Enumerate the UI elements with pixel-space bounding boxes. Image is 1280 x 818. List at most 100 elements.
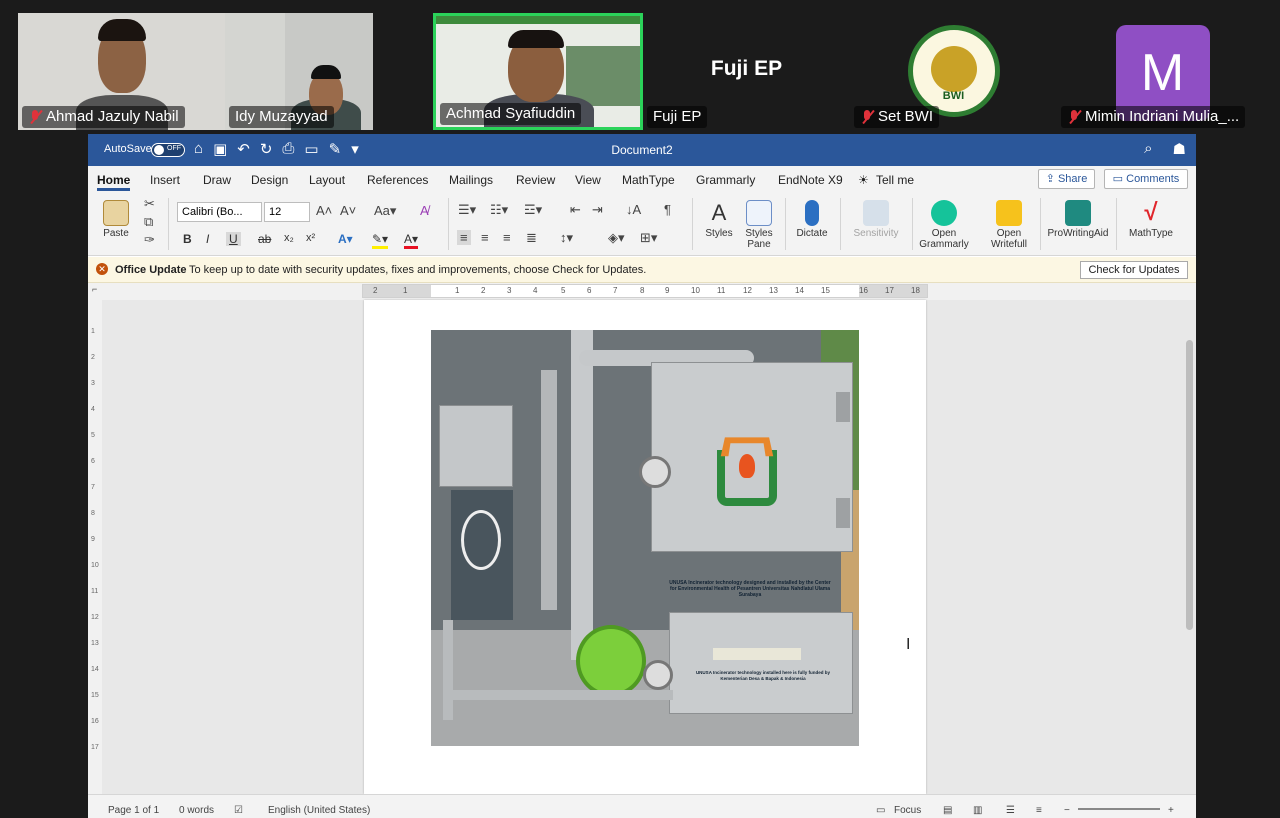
tab-layout[interactable]: Layout	[309, 173, 345, 187]
numbering-icon[interactable]: ☷▾	[490, 202, 508, 218]
dictate-button[interactable]: Dictate	[792, 200, 832, 239]
comments-label: Comments	[1126, 173, 1180, 185]
participant-name-label: Ahmad Jazuly Nabil	[22, 106, 185, 128]
participant-tile-5[interactable]: BWI Set BWI	[850, 13, 1057, 130]
format-painter-icon[interactable]: ✑	[144, 232, 155, 248]
participant-gallery: Ahmad Jazuly Nabil Idy Muzayyad Achmad S…	[0, 0, 1280, 134]
tab-grammarly[interactable]: Grammarly	[696, 173, 755, 187]
tab-view[interactable]: View	[575, 173, 601, 187]
print-layout-icon[interactable]: ▤	[943, 805, 952, 816]
check-for-updates-button[interactable]: Check for Updates	[1080, 261, 1188, 279]
account-icon[interactable]: ☗	[1173, 140, 1186, 158]
line-spacing-icon[interactable]: ↕▾	[560, 230, 573, 246]
cut-icon[interactable]: ✂	[144, 196, 155, 212]
mic-muted-icon	[860, 109, 874, 125]
participant-tile-3-active-speaker[interactable]: Achmad Syafiuddin	[433, 13, 643, 130]
web-layout-icon[interactable]: ▥	[973, 805, 982, 816]
align-center-icon[interactable]: ≡	[481, 230, 489, 245]
document-canvas[interactable]: 1 2 3 4 5 6 7 8 9 10 11 12 13 14 15 16 1…	[88, 300, 1196, 794]
styles-button[interactable]: A Styles	[699, 200, 739, 239]
share-button[interactable]: ⇪ Share	[1038, 169, 1095, 189]
show-formatting-icon[interactable]: ¶	[664, 202, 671, 217]
increase-indent-icon[interactable]: ⇥	[592, 202, 603, 218]
mathtype-button[interactable]: √ MathType	[1124, 200, 1178, 240]
scrollbar-thumb[interactable]	[1186, 340, 1193, 630]
align-right-icon[interactable]: ≡	[503, 230, 511, 245]
proofing-icon[interactable]: ☑	[234, 805, 243, 816]
paste-button[interactable]: Paste	[98, 200, 134, 239]
vruler-number: 3	[91, 380, 95, 387]
bullets-icon[interactable]: ☰▾	[458, 202, 476, 218]
focus-button[interactable]: Focus	[894, 805, 921, 816]
vruler-number: 8	[91, 510, 95, 517]
tab-review[interactable]: Review	[516, 173, 555, 187]
copy-icon[interactable]: ⧉	[144, 214, 153, 230]
tab-mailings[interactable]: Mailings	[449, 173, 493, 187]
page-count[interactable]: Page 1 of 1	[108, 805, 159, 816]
zoom-slider[interactable]	[1078, 808, 1160, 810]
decrease-font-size-icon[interactable]: A˅	[340, 203, 356, 218]
outline-view-icon[interactable]: ☰	[1006, 805, 1015, 816]
text-effects-icon[interactable]: A▾	[338, 232, 353, 246]
draft-view-icon[interactable]: ≡	[1036, 805, 1042, 816]
highlight-icon[interactable]: ✎▾	[372, 232, 389, 249]
strikethrough-icon[interactable]: ab	[258, 232, 271, 246]
bold-icon[interactable]: B	[183, 232, 192, 246]
vertical-ruler[interactable]: 1 2 3 4 5 6 7 8 9 10 11 12 13 14 15 16 1…	[88, 300, 102, 794]
tab-references[interactable]: References	[367, 173, 428, 187]
word-count[interactable]: 0 words	[179, 805, 214, 816]
incinerator-photo[interactable]: UNUSA Incinerator technology designed an…	[431, 330, 859, 746]
font-size-dropdown[interactable]: 12	[264, 202, 310, 222]
tab-stop-icon[interactable]: ⌐	[92, 284, 97, 294]
tab-home[interactable]: Home	[97, 173, 131, 191]
font-color-icon[interactable]: A▾	[404, 232, 419, 249]
horizontal-ruler[interactable]: ⌐ 2 1 1 2 3 4 5 6 7 8 9 10 11 12 13 14 1…	[88, 283, 1196, 300]
mathtype-label: MathType	[1129, 228, 1173, 239]
italic-icon[interactable]: I	[206, 232, 209, 246]
underline-icon[interactable]: U	[226, 232, 241, 246]
styles-pane-button[interactable]: Styles Pane	[741, 200, 777, 250]
tab-endnote[interactable]: EndNote X9	[778, 173, 843, 187]
superscript-icon[interactable]: x²	[306, 232, 315, 244]
increase-font-size-icon[interactable]: A˄	[316, 203, 332, 218]
bwi-logo-icon: BWI	[907, 25, 1000, 117]
participant-name: Ahmad Jazuly Nabil	[46, 108, 179, 125]
ribbon-divider	[448, 198, 449, 250]
search-icon[interactable]: ⌕	[1144, 140, 1152, 158]
zoom-in-icon[interactable]: +	[1168, 805, 1174, 816]
prowritingaid-button[interactable]: ProWritingAid	[1045, 200, 1111, 239]
change-case-icon[interactable]: Aa▾	[374, 203, 396, 219]
participant-tile-1[interactable]: Ahmad Jazuly Nabil	[18, 13, 225, 130]
clear-formatting-icon[interactable]: A̸	[420, 203, 429, 218]
participant-tile-4[interactable]: Fuji EP Fuji EP	[643, 13, 850, 130]
tell-me-search[interactable]: Tell me	[876, 173, 914, 187]
tab-design[interactable]: Design	[251, 173, 288, 187]
language-indicator[interactable]: English (United States)	[268, 805, 370, 816]
multilevel-list-icon[interactable]: ☲▾	[524, 202, 542, 218]
font-name-dropdown[interactable]: Calibri (Bo...	[177, 202, 262, 222]
vertical-scrollbar[interactable]	[1184, 300, 1196, 794]
zoom-out-icon[interactable]: −	[1064, 805, 1070, 816]
participant-tile-2[interactable]: Idy Muzayyad	[225, 13, 373, 130]
participant-name: Set BWI	[878, 108, 934, 125]
focus-icon[interactable]: ▭	[876, 805, 885, 816]
tab-mathtype[interactable]: MathType	[622, 173, 675, 187]
open-writefull-button[interactable]: Open Writefull	[984, 200, 1034, 250]
comments-button[interactable]: ▭ Comments	[1104, 169, 1188, 189]
dismiss-update-icon[interactable]: ✕	[96, 263, 108, 275]
justify-icon[interactable]: ≣	[526, 230, 537, 246]
sort-icon[interactable]: ↓A	[626, 202, 641, 217]
open-grammarly-button[interactable]: Open Grammarly	[918, 200, 970, 250]
ruler-number: 12	[743, 286, 752, 295]
shading-icon[interactable]: ◈▾	[608, 230, 625, 246]
align-left-icon[interactable]: ≡	[457, 230, 471, 245]
ruler-number: 17	[885, 286, 894, 295]
document-page[interactable]: UNUSA Incinerator technology designed an…	[364, 300, 926, 794]
subscript-icon[interactable]: x₂	[284, 232, 294, 244]
participant-tile-6[interactable]: M Mimin Indriani Mulia_...	[1057, 13, 1268, 130]
tab-insert[interactable]: Insert	[150, 173, 180, 187]
decrease-indent-icon[interactable]: ⇤	[570, 202, 581, 218]
borders-icon[interactable]: ⊞▾	[640, 230, 657, 246]
photo-caption-top: UNUSA Incinerator technology designed an…	[669, 580, 831, 598]
tab-draw[interactable]: Draw	[203, 173, 231, 187]
